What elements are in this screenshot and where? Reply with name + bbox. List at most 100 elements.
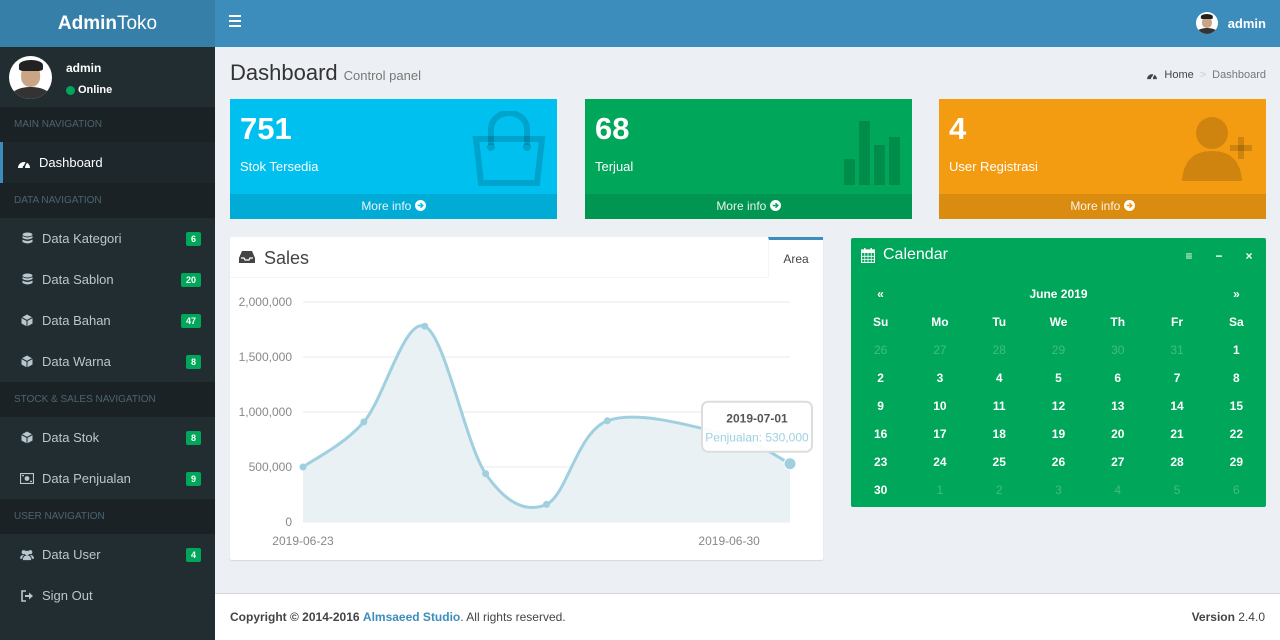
- calendar-day[interactable]: 26: [851, 343, 910, 357]
- calendar-day[interactable]: 30: [1088, 343, 1147, 357]
- calendar-weekday: Su: [872, 315, 889, 329]
- calendar-day[interactable]: 4: [1088, 483, 1147, 497]
- minimize-icon[interactable]: −: [1214, 250, 1224, 262]
- bar-chart-icon: [844, 121, 900, 185]
- count-badge: 6: [185, 232, 201, 246]
- calendar-day[interactable]: 11: [970, 399, 1029, 413]
- sidebar-item-data-stok[interactable]: Data Stok 8: [0, 417, 215, 458]
- calendar-day[interactable]: 10: [910, 399, 969, 413]
- calendar-day[interactable]: 27: [1088, 455, 1147, 469]
- calendar-next-button[interactable]: »: [1207, 287, 1266, 301]
- user-menu[interactable]: admin: [1195, 12, 1266, 34]
- calendar-day[interactable]: 8: [1207, 371, 1266, 385]
- sidebar-toggle-icon[interactable]: [229, 15, 241, 27]
- avatar: [9, 56, 52, 99]
- sidebar-item-data-warna[interactable]: Data Warna 8: [0, 341, 215, 382]
- arrow-circle-right-icon: [1123, 200, 1135, 211]
- sidebar-item-data-user[interactable]: Data User 4: [0, 534, 215, 575]
- calendar-day[interactable]: 23: [851, 455, 910, 469]
- calendar-day[interactable]: 29: [1207, 455, 1266, 469]
- calendar-day[interactable]: 28: [970, 343, 1029, 357]
- app-logo[interactable]: Admin Toko: [0, 0, 215, 47]
- arrow-circle-right-icon: [769, 200, 781, 211]
- tooltip-date: 2019-07-01: [726, 412, 788, 426]
- calendar-header: Calendar ≡ − ×: [851, 238, 1266, 274]
- x-tick-label: 2019-06-23: [272, 534, 334, 548]
- nav-header-stock-sales: STOCK & SALES NAVIGATION: [0, 382, 215, 417]
- calendar-day[interactable]: 17: [910, 427, 969, 441]
- sidebar-item-label: Data Warna: [42, 354, 111, 369]
- calendar-day[interactable]: 14: [1147, 399, 1206, 413]
- calendar-day[interactable]: 24: [910, 455, 969, 469]
- more-info-link[interactable]: More info: [939, 194, 1266, 219]
- more-info-link[interactable]: More info: [230, 194, 557, 219]
- copyright-text: Copyright © 2014-2016: [230, 610, 360, 624]
- stat-value: 4: [949, 111, 967, 146]
- calendar-day[interactable]: 25: [970, 455, 1029, 469]
- inbox-icon: [239, 251, 255, 263]
- sidebar-item-dashboard[interactable]: Dashboard: [0, 142, 215, 183]
- calendar-day[interactable]: 26: [1029, 455, 1088, 469]
- calendar-day[interactable]: 31: [1147, 343, 1206, 357]
- version: Version 2.4.0: [1192, 610, 1265, 624]
- calendar-prev-button[interactable]: «: [851, 287, 910, 301]
- calendar-day[interactable]: 3: [910, 371, 969, 385]
- calendar-day[interactable]: 6: [1207, 483, 1266, 497]
- sidebar-item-sign-out[interactable]: Sign Out: [0, 575, 215, 616]
- count-badge: 9: [185, 472, 201, 486]
- y-tick-label: 500,000: [249, 460, 293, 474]
- calendar-day[interactable]: 15: [1207, 399, 1266, 413]
- calendar-day[interactable]: 21: [1147, 427, 1206, 441]
- calendar-day[interactable]: 27: [910, 343, 969, 357]
- calendar-day[interactable]: 16: [851, 427, 910, 441]
- calendar-day[interactable]: 2: [970, 483, 1029, 497]
- calendar-day[interactable]: 18: [970, 427, 1029, 441]
- tab-area[interactable]: Area: [768, 237, 823, 278]
- sidebar-item-label: Sign Out: [42, 588, 93, 603]
- sidebar-item-data-sablon[interactable]: Data Sablon 20: [0, 259, 215, 300]
- menu-icon[interactable]: ≡: [1184, 250, 1194, 262]
- y-tick-label: 2,000,000: [239, 295, 293, 309]
- calendar-day[interactable]: 1: [1207, 343, 1266, 357]
- sidebar-item-data-kategori[interactable]: Data Kategori 6: [0, 218, 215, 259]
- calendar-day[interactable]: 4: [970, 371, 1029, 385]
- calendar-day[interactable]: 22: [1207, 427, 1266, 441]
- calendar-day[interactable]: 28: [1147, 455, 1206, 469]
- calendar-weekday: Mo: [931, 315, 949, 329]
- calendar-day[interactable]: 5: [1029, 371, 1088, 385]
- breadcrumb-home-link[interactable]: Home: [1164, 69, 1193, 81]
- close-icon[interactable]: ×: [1244, 250, 1254, 262]
- calendar-day[interactable]: 3: [1029, 483, 1088, 497]
- calendar-weekday: Th: [1110, 315, 1126, 329]
- status-label: Online: [78, 84, 113, 96]
- more-info-link[interactable]: More info: [585, 194, 912, 219]
- calendar-day[interactable]: 12: [1029, 399, 1088, 413]
- calendar-day[interactable]: 20: [1088, 427, 1147, 441]
- data-point: [603, 417, 611, 425]
- calendar-month-label[interactable]: June 2019: [910, 287, 1207, 301]
- stat-label: User Registrasi: [949, 159, 1038, 174]
- calendar-day[interactable]: 1: [910, 483, 969, 497]
- count-badge: 4: [185, 548, 201, 562]
- calendar-day[interactable]: 19: [1029, 427, 1088, 441]
- sales-title: Sales: [264, 248, 310, 268]
- company-link[interactable]: Almsaeed Studio: [363, 610, 460, 624]
- calendar-day[interactable]: 29: [1029, 343, 1088, 357]
- calendar-nav: « June 2019 »: [851, 280, 1266, 308]
- sales-chart-header: Sales Area: [230, 237, 823, 278]
- count-badge: 20: [180, 273, 201, 287]
- version-label: Version: [1191, 610, 1235, 624]
- calendar-day[interactable]: 9: [851, 399, 910, 413]
- calendar-day[interactable]: 7: [1147, 371, 1206, 385]
- sidebar-item-data-bahan[interactable]: Data Bahan 47: [0, 300, 215, 341]
- sidebar-item-data-penjualan[interactable]: Data Penjualan 9: [0, 458, 215, 499]
- calendar-day[interactable]: 2: [851, 371, 910, 385]
- data-point: [482, 470, 490, 478]
- sidebar-item-label: Data User: [42, 547, 101, 562]
- calendar-day[interactable]: 5: [1147, 483, 1206, 497]
- calendar-day[interactable]: 6: [1088, 371, 1147, 385]
- stat-box-terjual: 68 Terjual More info: [585, 99, 912, 219]
- calendar-day[interactable]: 13: [1088, 399, 1147, 413]
- version-number: 2.4.0: [1238, 610, 1265, 624]
- calendar-day[interactable]: 30: [851, 483, 910, 497]
